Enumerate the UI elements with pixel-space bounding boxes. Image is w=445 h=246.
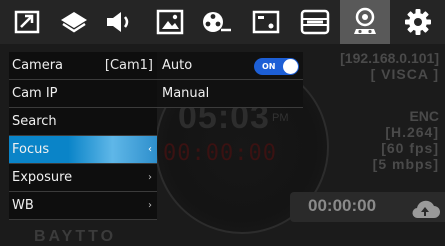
submenu-item-label: Manual (162, 86, 210, 101)
camera-selection-tag: [Cam1] (104, 58, 153, 73)
gear-icon (404, 8, 432, 36)
menu-item-label: Exposure (12, 170, 73, 185)
chevron-left-icon: ‹ (148, 144, 152, 155)
toolbar-button-audio[interactable] (98, 0, 142, 44)
submenu-item-auto[interactable]: Auto ON (157, 52, 303, 80)
camera-ip-readout: [192.168.0.101] (340, 50, 439, 66)
cloud-upload-icon[interactable] (410, 199, 440, 223)
chevron-right-icon: › (148, 172, 152, 183)
camera-settings-icon (348, 7, 382, 37)
top-toolbar (0, 0, 445, 44)
toolbar-button-settings[interactable] (396, 0, 440, 44)
menu-item-label: WB (12, 198, 34, 213)
menu-item-label: Focus (12, 142, 50, 157)
chevron-right-icon: › (148, 200, 152, 211)
stream-timer: 00:00:00 (308, 196, 377, 215)
protocol-readout: [ VISCA ] (370, 66, 439, 82)
toolbar-button-video[interactable] (244, 0, 288, 44)
menu-item-search[interactable]: Search (9, 108, 157, 136)
encoder-label: ENC (409, 108, 439, 124)
toggle-knob (283, 59, 298, 74)
picture-icon (156, 9, 184, 35)
layers-icon (59, 9, 89, 35)
settings-menu: Camera [Cam1] Cam IP Search Focus ‹ Expo… (9, 52, 157, 220)
menu-item-label: Camera (12, 58, 64, 73)
submenu-item-label: Auto (162, 58, 193, 73)
menu-item-label: Search (12, 114, 57, 129)
clock-ampm: PM (272, 112, 289, 124)
menu-item-wb[interactable]: WB › (9, 192, 157, 220)
video-settings-icon (252, 9, 280, 35)
auto-focus-toggle[interactable]: ON (254, 58, 299, 75)
toolbar-button-window[interactable] (6, 0, 50, 44)
menu-item-camera[interactable]: Camera [Cam1] (9, 52, 157, 80)
menu-item-exposure[interactable]: Exposure › (9, 164, 157, 192)
toolbar-button-layers[interactable] (52, 0, 96, 44)
window-icon (14, 9, 42, 35)
toggle-state-label: ON (262, 62, 276, 71)
fps-readout: [60 fps] (381, 140, 439, 156)
toolbar-button-media[interactable] (194, 0, 240, 44)
focus-submenu: Auto ON Manual (157, 52, 303, 108)
storage-icon (299, 9, 331, 35)
toolbar-button-picture[interactable] (148, 0, 192, 44)
codec-readout: [H.264] (385, 124, 439, 140)
film-reel-icon (201, 9, 233, 35)
brand-logo: BAYTTO (34, 228, 117, 245)
speaker-icon (104, 9, 136, 35)
menu-item-focus[interactable]: Focus ‹ (9, 136, 157, 164)
bitrate-readout: [5 mbps] (372, 156, 439, 172)
toolbar-button-camera-settings[interactable] (340, 0, 390, 44)
menu-item-cam-ip[interactable]: Cam IP (9, 80, 157, 108)
menu-item-label: Cam IP (12, 86, 58, 101)
recording-timer: 00:00:00 (163, 141, 277, 166)
submenu-item-manual[interactable]: Manual (157, 80, 303, 108)
toolbar-button-storage[interactable] (292, 0, 338, 44)
